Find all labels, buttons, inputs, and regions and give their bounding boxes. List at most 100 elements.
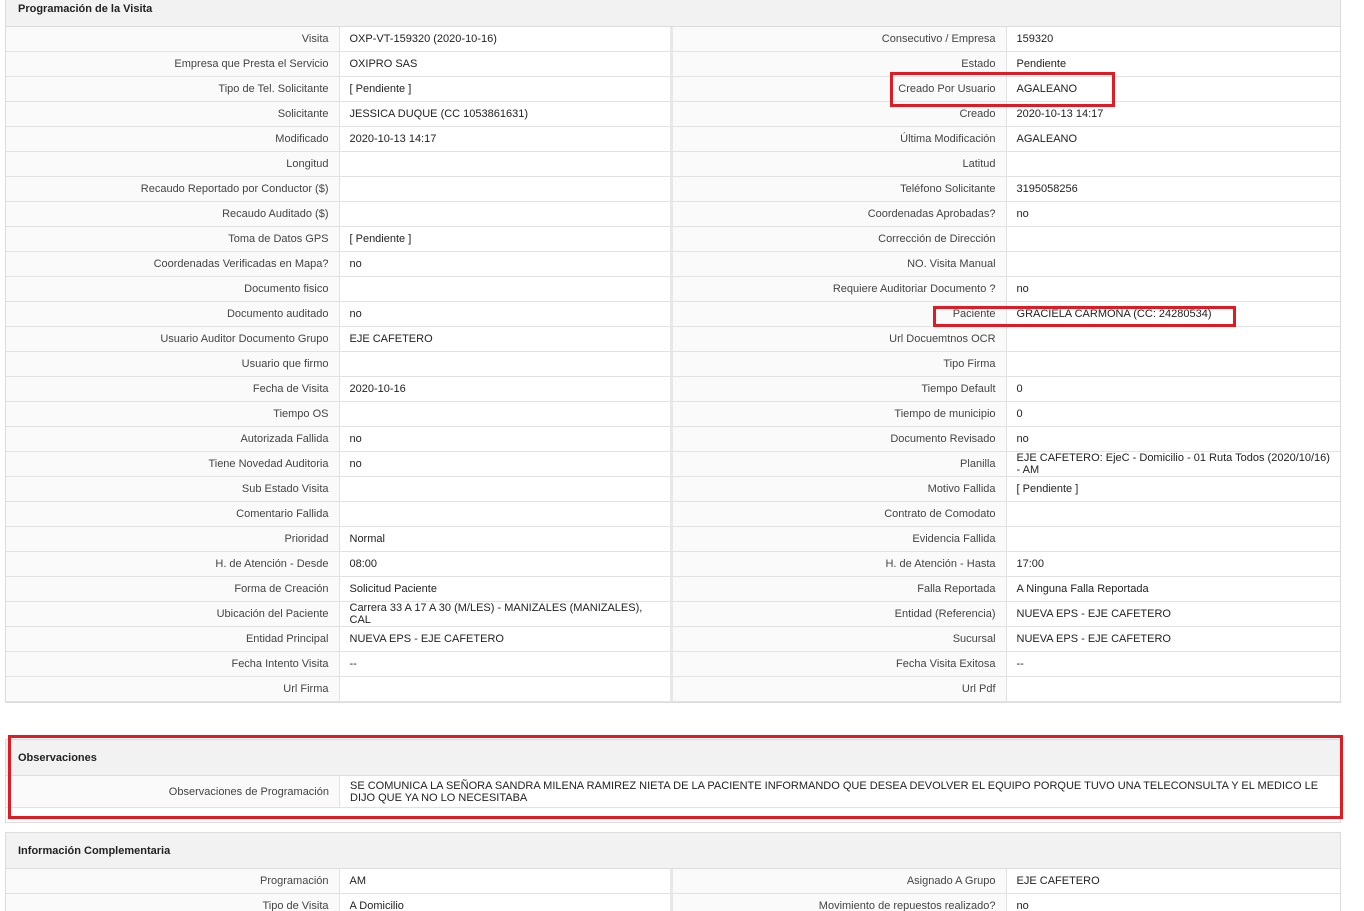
field-value xyxy=(340,177,674,201)
field-label: Url Firma xyxy=(6,677,340,701)
field-label: Movimiento de repuestos realizado? xyxy=(673,894,1007,911)
table-row: Comentario Fallida Contrato de Comodato xyxy=(6,502,1340,527)
field-label: Visita xyxy=(6,27,340,51)
field-label: Contrato de Comodato xyxy=(673,502,1007,526)
field-label: Empresa que Presta el Servicio xyxy=(6,52,340,76)
field-label: Asignado A Grupo xyxy=(673,869,1007,893)
programacion-grid: Visita OXP-VT-159320 (2020-10-16) Consecut… xyxy=(6,27,1340,702)
observaciones-label: Observaciones de Programación xyxy=(6,776,340,807)
field-value: no xyxy=(340,302,674,326)
table-row: Solicitante JESSICA DUQUE (CC 1053861631)… xyxy=(6,102,1340,127)
field-label: Estado xyxy=(673,52,1007,76)
field-label: Ubicación del Paciente xyxy=(6,602,340,626)
programacion-title: Programación de la Visita xyxy=(6,0,1340,27)
table-row: Url Firma Url Pdf xyxy=(6,677,1340,702)
table-row: Autorizada Fallida no Documento Revisado … xyxy=(6,427,1340,452)
field-value: NUEVA EPS - EJE CAFETERO xyxy=(1016,633,1171,645)
field-value: no xyxy=(1016,283,1029,295)
observaciones-title: Observaciones xyxy=(6,740,1340,776)
table-row: Toma de Datos GPS[ Pendiente ] Corrección… xyxy=(6,227,1340,252)
table-row: Usuario que firmo Tipo Firma xyxy=(6,352,1340,377)
table-row: Sub Estado Visita Motivo Fallida [ Pendien… xyxy=(6,477,1340,502)
field-value xyxy=(340,202,674,226)
field-label: H. de Atención - Hasta xyxy=(673,552,1007,576)
field-label: Programación xyxy=(6,869,340,893)
field-value xyxy=(1007,677,1341,701)
field-label: Recaudo Reportado por Conductor ($) xyxy=(6,177,340,201)
field-value: no xyxy=(1016,900,1029,911)
field-value: -- xyxy=(1016,658,1024,670)
table-row: Coordenadas Verificadas en Mapa? no NO. V… xyxy=(6,252,1340,277)
field-label: Tipo de Tel. Solicitante xyxy=(6,77,340,101)
field-label: Tipo Firma xyxy=(673,352,1007,376)
table-row: Fecha de Visita 2020-10-16 Tiempo Default… xyxy=(6,377,1340,402)
table-row: Longitud Latitud xyxy=(6,152,1340,177)
field-label: Comentario Fallida xyxy=(6,502,340,526)
field-label: Modificado xyxy=(6,127,340,151)
table-row: Tipo de Visita A Domicilio Movimiento de r… xyxy=(6,894,1340,911)
field-value: OXP-VT-159320 (2020-10-16) xyxy=(340,27,674,51)
observaciones-value: SE COMUNICA LA SEÑORA SANDRA MILENA RAMI… xyxy=(350,779,1319,804)
field-label: Url Pdf xyxy=(673,677,1007,701)
field-label: Requiere Auditoriar Documento ? xyxy=(673,277,1007,301)
field-value xyxy=(1007,252,1341,276)
field-label: Url Docuemtnos OCR xyxy=(673,327,1007,351)
field-value xyxy=(1007,327,1341,351)
field-label: Motivo Fallida xyxy=(673,477,1007,501)
field-value: 0 xyxy=(1016,408,1023,420)
field-value: AGALEANO xyxy=(1016,83,1078,95)
field-value: no xyxy=(340,252,674,276)
field-value: Solicitud Paciente xyxy=(340,577,674,601)
field-label: NO. Visita Manual xyxy=(673,252,1007,276)
field-value xyxy=(1007,352,1341,376)
field-value: NUEVA EPS - EJE CAFETERO xyxy=(340,627,674,651)
field-value xyxy=(340,477,674,501)
field-value: 3195058256 xyxy=(1016,183,1078,195)
table-row: Tiene Novedad Auditoria no Planilla EJE CA… xyxy=(6,452,1340,477)
field-value: no xyxy=(340,427,674,451)
field-value: EJE CAFETERO xyxy=(1016,875,1100,887)
table-row: Prioridad Normal Evidencia Fallida xyxy=(6,527,1340,552)
field-value: AGALEANO xyxy=(1016,133,1078,145)
field-label: Usuario Auditor Documento Grupo xyxy=(6,327,340,351)
field-label: Fecha Visita Exitosa xyxy=(673,652,1007,676)
field-value: 2020-10-13 14:17 xyxy=(1016,108,1104,120)
field-label: Fecha de Visita xyxy=(6,377,340,401)
field-label: Tiempo de municipio xyxy=(673,402,1007,426)
field-value xyxy=(1007,227,1341,251)
table-row: Documento fisico Requiere Auditoriar Docu… xyxy=(6,277,1340,302)
field-label: Creado Por Usuario xyxy=(673,77,1007,101)
field-label: Longitud xyxy=(6,152,340,176)
field-value: GRACIELA CARMONA (CC: 24280534) xyxy=(1016,308,1212,320)
table-row: Entidad Principal NUEVA EPS - EJE CAFETER… xyxy=(6,627,1340,652)
field-label: Creado xyxy=(673,102,1007,126)
field-value: no xyxy=(340,452,674,476)
field-label: Documento Revisado xyxy=(673,427,1007,451)
field-label: Paciente xyxy=(673,302,1007,326)
field-label: Coordenadas Aprobadas? xyxy=(673,202,1007,226)
field-value: EJE CAFETERO xyxy=(340,327,674,351)
field-value: NUEVA EPS - EJE CAFETERO xyxy=(1016,608,1171,620)
field-label: Tiempo Default xyxy=(673,377,1007,401)
table-row: Programación AM Asignado A Grupo EJE CAFETE… xyxy=(6,869,1340,894)
field-label: Corrección de Dirección xyxy=(673,227,1007,251)
table-row: Forma de Creación Solicitud Paciente Falla… xyxy=(6,577,1340,602)
informacion-grid: Programación AM Asignado A Grupo EJE CAFETE… xyxy=(6,869,1340,911)
table-row: Ubicación del Paciente Carrera 33 A 17 A … xyxy=(6,602,1340,627)
programacion-panel: Programación de la Visita Visita OXP-VT-1… xyxy=(5,0,1341,703)
field-label: Entidad Principal xyxy=(6,627,340,651)
field-label: Usuario que firmo xyxy=(6,352,340,376)
field-value: A Domicilio xyxy=(340,894,674,911)
field-label: Forma de Creación xyxy=(6,577,340,601)
field-label: Documento fisico xyxy=(6,277,340,301)
field-value: 0 xyxy=(1016,383,1023,395)
observaciones-spacer xyxy=(6,808,1340,822)
field-label: Planilla xyxy=(673,452,1007,476)
field-label: Última Modificación xyxy=(673,127,1007,151)
field-value xyxy=(340,402,674,426)
field-label: Tipo de Visita xyxy=(6,894,340,911)
field-value: [ Pendiente ] xyxy=(1016,483,1079,495)
field-value: 159320 xyxy=(1016,33,1054,45)
field-label: Tiempo OS xyxy=(6,402,340,426)
field-value: no xyxy=(1016,208,1029,220)
